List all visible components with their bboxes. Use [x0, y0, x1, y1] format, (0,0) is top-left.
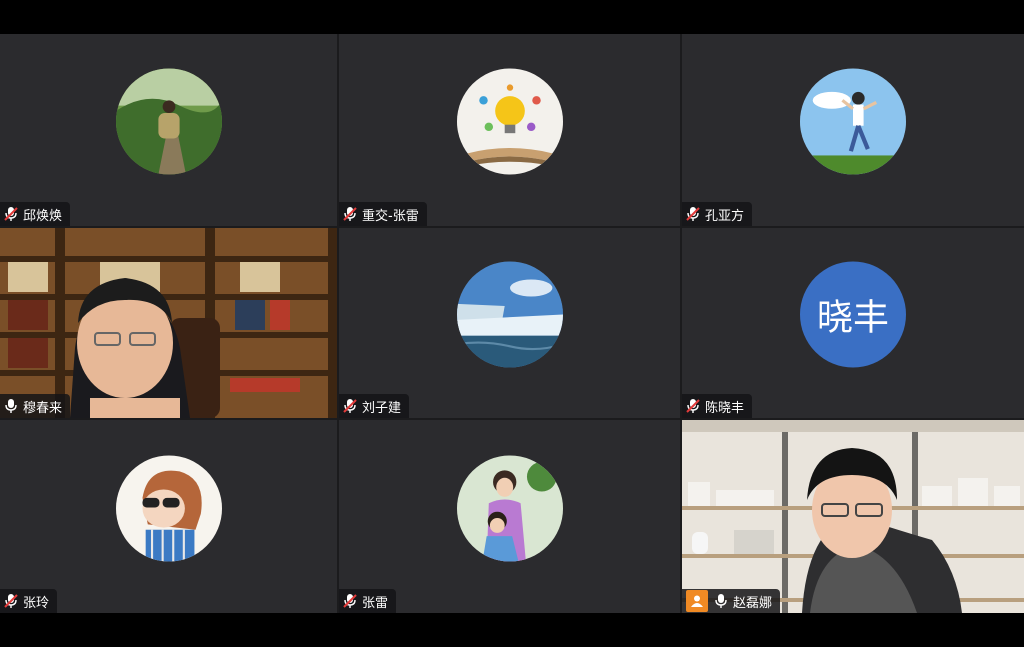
screen-share-icon[interactable]	[686, 590, 708, 612]
mic-muted-icon	[343, 593, 357, 609]
participant-tile-5[interactable]: 刘子建	[339, 228, 680, 418]
mic-muted-icon	[4, 593, 18, 609]
participant-name-tag: 张雷	[339, 589, 397, 613]
video-feed	[0, 228, 337, 418]
bottom-bar	[0, 613, 1024, 647]
participant-name-tag: 邱焕焕	[0, 202, 71, 226]
participant-name-tag: 张玲	[0, 589, 58, 613]
mic-muted-icon	[343, 398, 357, 414]
video-grid: 邱焕焕 重交-张雷 孔亚方 穆春来 刘子建 晓丰 陈晓丰 张玲 张雷 赵磊娜	[0, 34, 1024, 613]
participant-name: 张玲	[23, 595, 50, 611]
participant-tile-4[interactable]: 穆春来	[0, 228, 337, 418]
participant-name-tag: 陈晓丰	[682, 394, 753, 418]
participant-tile-1[interactable]: 邱焕焕	[0, 34, 337, 226]
photo-hiker-icon	[115, 68, 222, 175]
text-avatar: 晓丰	[800, 261, 906, 368]
participant-name: 孔亚方	[705, 208, 745, 224]
mother-child-icon	[456, 455, 563, 562]
mic-muted-icon	[686, 206, 700, 222]
participant-name-tag: 重交-张雷	[339, 202, 427, 226]
participant-tile-2[interactable]: 重交-张雷	[339, 34, 680, 226]
lightbulb-books-icon	[456, 68, 563, 175]
participant-name: 陈晓丰	[705, 400, 745, 416]
participant-name: 穆春来	[23, 400, 63, 416]
participant-name-tag: 刘子建	[339, 394, 410, 418]
participant-name: 邱焕焕	[23, 208, 63, 224]
participant-name-tag: 穆春来	[0, 394, 71, 418]
top-bar	[0, 0, 1024, 34]
mic-muted-icon	[686, 398, 700, 414]
participant-name-tag: 孔亚方	[682, 202, 753, 226]
participant-tile-7[interactable]: 张玲	[0, 420, 337, 613]
participant-tile-6[interactable]: 晓丰 陈晓丰	[682, 228, 1024, 418]
participant-tile-9[interactable]: 赵磊娜	[682, 420, 1024, 613]
mic-muted-icon	[343, 206, 357, 222]
participant-name: 赵磊娜	[733, 595, 773, 611]
participant-name: 张雷	[362, 595, 389, 611]
cartoon-girl-icon	[115, 455, 222, 562]
mic-on-icon	[4, 398, 18, 414]
participant-tile-8[interactable]: 张雷	[339, 420, 680, 613]
participant-name: 重交-张雷	[362, 208, 419, 224]
participant-name-tag: 赵磊娜	[682, 589, 781, 613]
mic-muted-icon	[4, 206, 18, 222]
participant-tile-3[interactable]: 孔亚方	[682, 34, 1024, 226]
video-feed	[682, 420, 1024, 613]
participant-name: 刘子建	[362, 400, 402, 416]
child-jumping-icon	[800, 68, 906, 175]
waterfall-icon	[456, 261, 563, 368]
mic-on-icon	[714, 593, 728, 609]
